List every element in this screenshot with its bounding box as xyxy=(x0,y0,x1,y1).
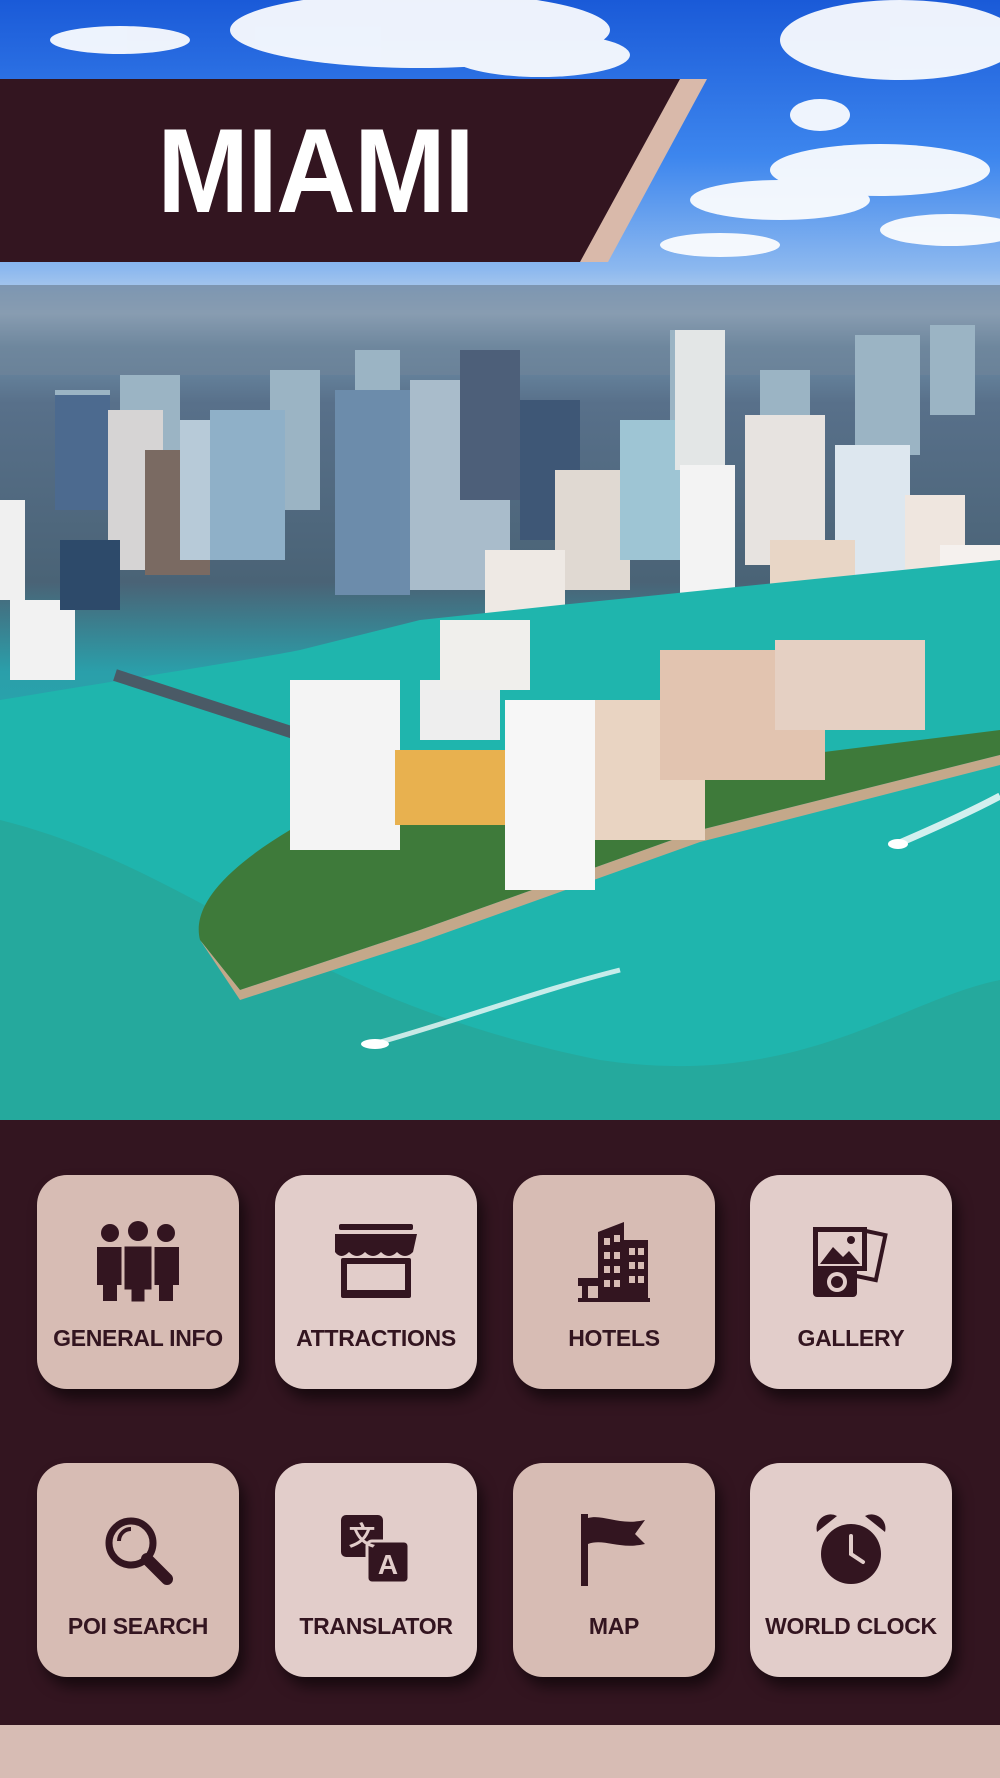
menu-item-gallery[interactable]: GALLERY xyxy=(750,1175,952,1389)
menu-item-poi-search[interactable]: POI SEARCH xyxy=(37,1463,239,1677)
svg-text:A: A xyxy=(378,1549,398,1580)
menu-item-label: ATTRACTIONS xyxy=(296,1325,456,1351)
menu-item-label: HOTELS xyxy=(568,1325,660,1351)
translate-icon: 文 A xyxy=(331,1505,421,1595)
photo-camera-icon xyxy=(806,1217,896,1307)
menu-item-label: WORLD CLOCK xyxy=(765,1613,937,1639)
bottom-bar xyxy=(0,1725,1000,1778)
menu-item-world-clock[interactable]: WORLD CLOCK xyxy=(750,1463,952,1677)
alarm-clock-icon xyxy=(806,1505,896,1595)
flag-icon xyxy=(569,1505,659,1595)
menu-item-translator[interactable]: 文 A TRANSLATOR xyxy=(275,1463,477,1677)
svg-text:文: 文 xyxy=(349,1521,376,1552)
menu-item-general-info[interactable]: GENERAL INFO xyxy=(37,1175,239,1389)
people-icon xyxy=(93,1217,183,1307)
menu-item-label: MAP xyxy=(588,1613,640,1639)
app-title: MIAMI xyxy=(157,103,475,238)
menu-item-label: POI SEARCH xyxy=(67,1613,209,1639)
menu-item-map[interactable]: MAP xyxy=(513,1463,715,1677)
menu-item-label: GENERAL INFO xyxy=(53,1325,223,1351)
menu-item-hotels[interactable]: HOTELS xyxy=(513,1175,715,1389)
menu-item-label: GALLERY xyxy=(797,1325,905,1351)
menu-item-label: TRANSLATOR xyxy=(299,1613,453,1639)
building-icon xyxy=(569,1217,659,1307)
menu-grid: GENERAL INFO ATTRACTIONS HOTELS GALLERY … xyxy=(0,1120,1000,1725)
magnifier-icon xyxy=(93,1505,183,1595)
storefront-icon xyxy=(331,1217,421,1307)
menu-item-attractions[interactable]: ATTRACTIONS xyxy=(275,1175,477,1389)
